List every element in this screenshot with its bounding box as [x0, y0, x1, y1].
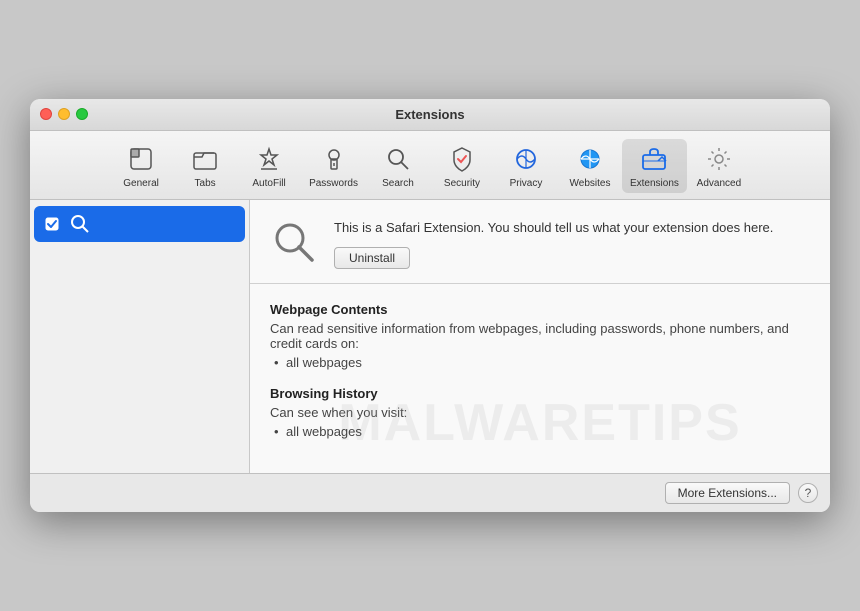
extensions-icon [638, 143, 670, 175]
extension-info: This is a Safari Extension. You should t… [334, 218, 810, 270]
safari-preferences-window: Extensions General Tabs [30, 99, 830, 513]
search-extension-icon [68, 212, 92, 236]
permission-desc-history: Can see when you visit: [270, 405, 810, 420]
extension-header: This is a Safari Extension. You should t… [250, 200, 830, 285]
permissions-area: MALWARETIPS Webpage Contents Can read se… [250, 284, 830, 473]
permission-desc-webpage: Can read sensitive information from webp… [270, 321, 810, 351]
security-icon [446, 143, 478, 175]
permission-item: all webpages [270, 424, 810, 439]
security-label: Security [444, 178, 480, 189]
help-button[interactable]: ? [798, 483, 818, 503]
extension-detail-panel: This is a Safari Extension. You should t… [250, 200, 830, 474]
permission-title-webpage: Webpage Contents [270, 302, 810, 317]
extensions-sidebar [30, 200, 250, 474]
search-icon [382, 143, 414, 175]
toolbar-item-privacy[interactable]: Privacy [494, 139, 558, 193]
toolbar-item-general[interactable]: General [109, 139, 173, 193]
permission-list-webpage: all webpages [270, 355, 810, 370]
extension-big-icon [270, 218, 318, 266]
permission-section-history: Browsing History Can see when you visit:… [270, 386, 810, 439]
privacy-icon [510, 143, 542, 175]
permission-section-webpage: Webpage Contents Can read sensitive info… [270, 302, 810, 370]
permission-item: all webpages [270, 355, 810, 370]
tabs-label: Tabs [195, 178, 216, 189]
toolbar-item-websites[interactable]: Websites [558, 139, 622, 193]
main-content: This is a Safari Extension. You should t… [30, 200, 830, 474]
sidebar-item-search-ext[interactable] [34, 206, 245, 242]
traffic-lights [40, 108, 88, 120]
tabs-icon [189, 143, 221, 175]
permission-title-history: Browsing History [270, 386, 810, 401]
general-icon [125, 143, 157, 175]
close-button[interactable] [40, 108, 52, 120]
toolbar: General Tabs AutoFill [30, 131, 830, 200]
passwords-label: Passwords [309, 178, 358, 189]
toolbar-item-advanced[interactable]: Advanced [687, 139, 751, 193]
general-label: General [123, 178, 159, 189]
title-bar: Extensions [30, 99, 830, 131]
toolbar-item-passwords[interactable]: Passwords [301, 139, 366, 193]
more-extensions-button[interactable]: More Extensions... [665, 482, 790, 504]
toolbar-item-extensions[interactable]: Extensions [622, 139, 687, 193]
toolbar-item-autofill[interactable]: AutoFill [237, 139, 301, 193]
autofill-icon [253, 143, 285, 175]
advanced-label: Advanced [697, 178, 741, 189]
advanced-icon [703, 143, 735, 175]
maximize-button[interactable] [76, 108, 88, 120]
permission-list-history: all webpages [270, 424, 810, 439]
window-title: Extensions [395, 107, 464, 122]
search-label: Search [382, 178, 414, 189]
websites-label: Websites [570, 178, 611, 189]
autofill-label: AutoFill [252, 178, 285, 189]
passwords-icon [318, 143, 350, 175]
extension-description: This is a Safari Extension. You should t… [334, 218, 810, 238]
minimize-button[interactable] [58, 108, 70, 120]
toolbar-item-tabs[interactable]: Tabs [173, 139, 237, 193]
bottom-bar: More Extensions... ? [30, 473, 830, 512]
uninstall-button[interactable]: Uninstall [334, 247, 410, 269]
toolbar-item-security[interactable]: Security [430, 139, 494, 193]
checkbox-checked-icon [44, 216, 60, 232]
toolbar-item-search[interactable]: Search [366, 139, 430, 193]
extensions-label: Extensions [630, 178, 679, 189]
privacy-label: Privacy [510, 178, 543, 189]
websites-icon [574, 143, 606, 175]
